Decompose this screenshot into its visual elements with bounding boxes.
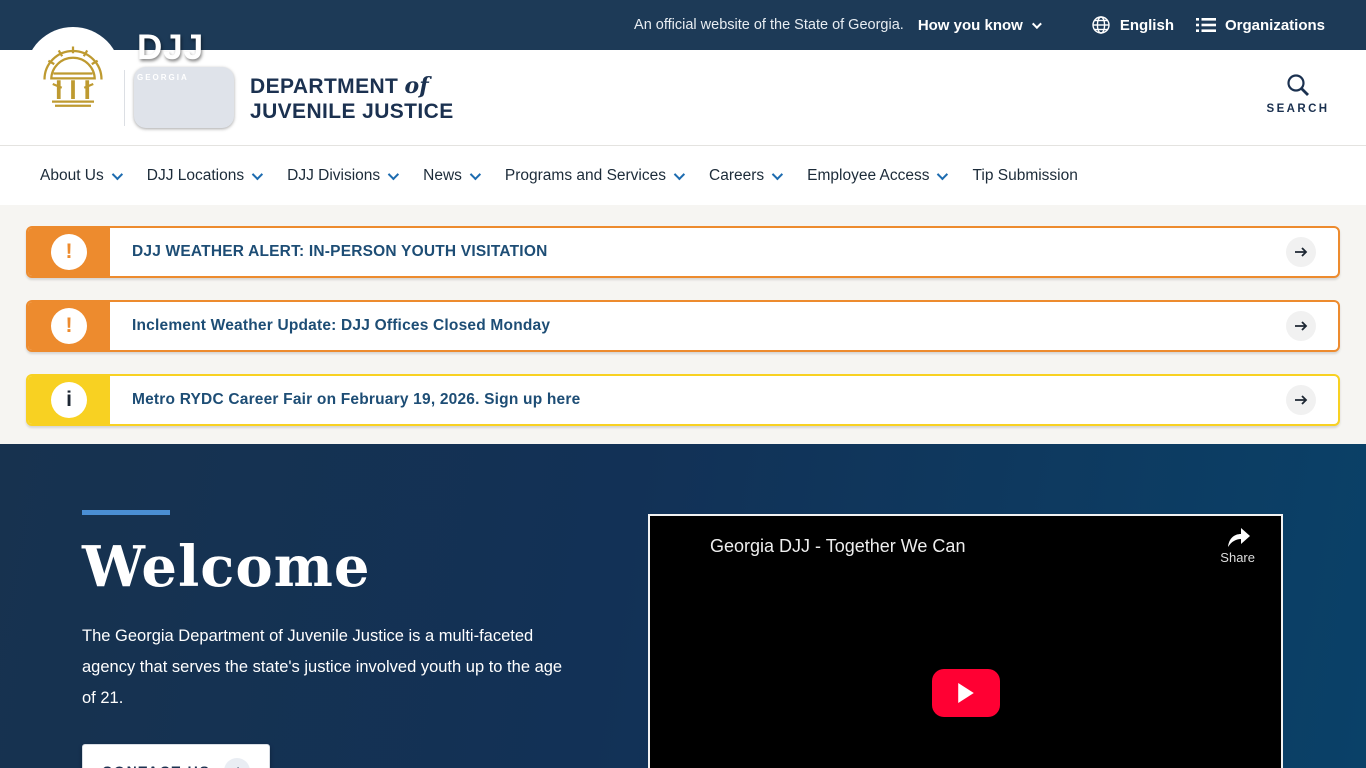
language-label: English [1120,17,1174,34]
hero-content: Welcome The Georgia Department of Juveni… [82,510,602,768]
agency-title-line2: JUVENILE JUSTICE [250,99,454,124]
nav-item-programs-and-services[interactable]: Programs and Services [505,167,682,185]
agency-title[interactable]: DEPARTMENT of JUVENILE JUSTICE [250,74,454,124]
play-icon [957,683,975,703]
alert-arrow-button[interactable] [1286,385,1316,415]
alert-severity-block: ! [28,302,110,350]
page-title: Welcome [82,539,602,595]
utility-bar: An official website of the State of Geor… [0,0,1366,50]
search-button[interactable]: SEARCH [1269,72,1327,115]
accent-line [82,510,170,515]
chevron-down-icon [112,168,123,179]
list-icon [1196,17,1216,33]
video-title[interactable]: Georgia DJJ - Together We Can [710,536,965,557]
nav-item-tip-submission[interactable]: Tip Submission [972,167,1077,185]
how-you-know-button[interactable]: How you know [918,17,1039,34]
site-header: GEORGIA DJJ DEPARTMENT of JUVENILE JUSTI… [0,50,1366,145]
exclamation-icon: ! [51,308,87,344]
search-icon [1285,72,1311,98]
alert-severity-block: i [28,376,110,424]
language-selector[interactable]: English [1091,15,1174,35]
how-you-know-label: How you know [918,17,1023,34]
georgia-arch-seal-icon [37,39,109,111]
organizations-label: Organizations [1225,17,1325,34]
nav-item-employee-access[interactable]: Employee Access [807,167,945,185]
main-navigation: About Us DJJ Locations DJJ Divisions New… [0,145,1366,205]
info-icon: i [51,382,87,418]
alert-weather-visitation[interactable]: ! DJJ WEATHER ALERT: IN-PERSON YOUTH VIS… [26,226,1340,278]
nav-item-careers[interactable]: Careers [709,167,780,185]
share-button[interactable]: Share [1220,526,1255,565]
chevron-down-icon [1032,19,1042,29]
logo-divider [124,70,125,126]
djj-logo[interactable]: GEORGIA DJJ [134,67,234,128]
arrow-right-icon [224,758,250,768]
hero-section: Welcome The Georgia Department of Juveni… [0,444,1366,768]
alert-offices-closed[interactable]: ! Inclement Weather Update: DJJ Offices … [26,300,1340,352]
agency-title-of: of [405,73,429,99]
nav-item-news[interactable]: News [423,167,478,185]
share-icon [1225,526,1251,548]
contact-us-label: CONTACT US [102,763,211,768]
nav-item-djj-divisions[interactable]: DJJ Divisions [287,167,396,185]
chevron-down-icon [674,168,685,179]
alert-text: Inclement Weather Update: DJJ Offices Cl… [132,317,550,335]
arrow-right-icon [1293,244,1309,260]
nav-item-about-us[interactable]: About Us [40,167,120,185]
globe-icon [1091,15,1111,35]
alert-arrow-button[interactable] [1286,311,1316,341]
alert-text: Metro RYDC Career Fair on February 19, 2… [132,391,580,409]
arrow-right-icon [1293,318,1309,334]
contact-us-button[interactable]: CONTACT US [82,744,270,768]
alert-text: DJJ WEATHER ALERT: IN-PERSON YOUTH VISIT… [132,243,547,261]
hero-description: The Georgia Department of Juvenile Justi… [82,621,572,714]
alerts-section: ! DJJ WEATHER ALERT: IN-PERSON YOUTH VIS… [0,205,1366,444]
exclamation-icon: ! [51,234,87,270]
share-label: Share [1220,550,1255,565]
nav-item-djj-locations[interactable]: DJJ Locations [147,167,260,185]
youtube-video-player[interactable]: Georgia DJJ - Together We Can Share [648,514,1283,768]
chevron-down-icon [937,168,948,179]
alert-arrow-button[interactable] [1286,237,1316,267]
chevron-down-icon [388,168,399,179]
agency-title-word1: DEPARTMENT [250,75,398,98]
alert-career-fair[interactable]: i Metro RYDC Career Fair on February 19,… [26,374,1340,426]
official-website-text: An official website of the State of Geor… [634,17,904,33]
arrow-right-icon [1293,392,1309,408]
chevron-down-icon [470,168,481,179]
play-button[interactable] [932,669,1000,717]
alert-severity-block: ! [28,228,110,276]
chevron-down-icon [772,168,783,179]
search-label: SEARCH [1267,103,1330,115]
chevron-down-icon [252,168,263,179]
organizations-button[interactable]: Organizations [1196,17,1325,34]
georgia-state-seal[interactable] [25,27,121,123]
